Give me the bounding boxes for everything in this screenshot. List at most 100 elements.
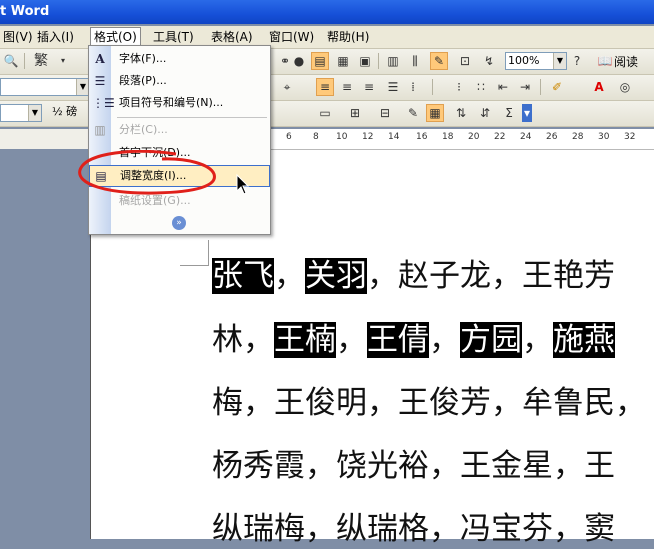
ruler-tick: 30 <box>598 132 610 142</box>
text-run: ， <box>522 322 553 358</box>
chevron-down-icon[interactable]: ▼ <box>553 53 566 69</box>
expand-menu-icon[interactable]: » <box>172 216 186 230</box>
toolbar-options-icon[interactable]: ▾ <box>522 104 532 122</box>
line-weight-combo[interactable]: ½ 磅 <box>50 104 88 120</box>
document-line[interactable]: 梅，王俊明，王俊芳，牟鲁民， <box>212 383 646 423</box>
text-run: 梅，王俊明，王俊芳，牟鲁民， <box>212 385 646 421</box>
document-margin-area <box>0 150 90 539</box>
format-painter-icon[interactable]: ↯ <box>480 52 498 70</box>
show-hide-icon[interactable]: ⊡ <box>456 52 474 70</box>
selected-text: 王倩 <box>367 322 429 358</box>
web-icon[interactable]: ● <box>290 52 308 70</box>
toolbar-separator <box>24 53 25 69</box>
menu-item-bullets-numbering[interactable]: ⋮☰ 项目符号和编号(N)... <box>89 92 270 114</box>
text-run: 纵瑞梅，纵瑞格，冯宝芬，窦 <box>212 511 615 547</box>
menu-insert[interactable]: 插入(I) <box>34 28 77 46</box>
ruler-tick: 16 <box>416 132 428 142</box>
columns-icon: ▥ <box>94 123 106 137</box>
insert-excel-icon[interactable]: ▣ <box>356 52 374 70</box>
sort-ascending-icon[interactable]: ⇅ <box>452 104 470 122</box>
selected-text: 关羽 <box>305 258 367 294</box>
menu-item-paragraph[interactable]: ☰ 段落(P)... <box>89 70 270 92</box>
chevron-down-icon[interactable]: ▼ <box>28 105 41 121</box>
toolbar-separator <box>432 79 433 95</box>
align-left-icon[interactable]: ≡ <box>316 78 334 96</box>
menu-separator <box>117 117 267 118</box>
split-cells-icon[interactable]: ⊞ <box>346 104 364 122</box>
document-line[interactable]: 张飞，关羽，赵子龙，王艳芳 <box>212 256 615 296</box>
document-line[interactable]: 杨秀霞，饶光裕，王金星，王 <box>212 446 615 486</box>
format-menu-dropdown: A 字体(F)... ☰ 段落(P)... ⋮☰ 项目符号和编号(N)... ▥… <box>88 45 271 235</box>
ruler-tick: 6 <box>286 132 292 142</box>
menu-format[interactable]: 格式(O) <box>90 27 141 46</box>
crop-mark <box>180 265 208 266</box>
document-map-icon[interactable]: ✎ <box>430 52 448 70</box>
text-run: 林， <box>212 322 274 358</box>
ruler-tick: 20 <box>468 132 480 142</box>
font-a-icon: A <box>95 52 105 66</box>
crop-mark <box>208 240 209 266</box>
menu-item-label: 段落(P)... <box>119 74 167 87</box>
decrease-indent-icon[interactable]: ⇤ <box>494 78 512 96</box>
text-run: 杨秀霞，饶光裕，王金星，王 <box>212 448 615 484</box>
selected-text: 张飞 <box>212 258 274 294</box>
ruler-tick: 24 <box>520 132 532 142</box>
align-cells-icon[interactable]: ⊟ <box>376 104 394 122</box>
autosum-icon[interactable]: Σ <box>500 104 518 122</box>
highlight-icon[interactable]: ✐ <box>548 78 566 96</box>
paragraph-icon: ☰ <box>94 74 106 88</box>
menu-view[interactable]: 图(V) <box>0 28 36 46</box>
selected-text: 王楠 <box>274 322 336 358</box>
ruler-tick: 28 <box>572 132 584 142</box>
help-icon[interactable]: ? <box>568 52 586 70</box>
menu-tools[interactable]: 工具(T) <box>150 28 197 46</box>
bullets-icon[interactable]: ∷ <box>472 78 490 96</box>
selected-text: 施燕 <box>553 322 615 358</box>
horizontal-ruler[interactable]: 6 8 10 12 14 16 18 20 22 24 26 28 30 32 <box>270 129 654 150</box>
dropdown-arrow-icon[interactable]: ▾ <box>54 52 72 70</box>
document-line[interactable]: 林，王楠，王倩，方园，施燕 <box>212 320 615 360</box>
ruler-tick: 12 <box>362 132 374 142</box>
font-color-icon[interactable]: A <box>590 78 608 96</box>
distributed-icon[interactable]: ⁞ <box>404 78 422 96</box>
menu-item-columns[interactable]: ▥ 分栏(C)... <box>89 119 270 141</box>
menu-table[interactable]: 表格(A) <box>208 28 256 46</box>
traditional-convert-button[interactable]: 繁 <box>30 52 52 70</box>
text-run: ， <box>274 258 305 294</box>
numbering-icon[interactable]: ⁝ <box>450 78 468 96</box>
read-mode-icon[interactable]: 📖 <box>596 52 614 70</box>
menu-window[interactable]: 窗口(W) <box>266 28 317 46</box>
print-preview-icon[interactable]: 🔍 <box>2 52 20 70</box>
menu-help[interactable]: 帮助(H) <box>324 28 372 46</box>
char-shading-icon[interactable]: ⌖ <box>278 78 296 96</box>
line-weight-value: ½ 磅 <box>52 105 78 118</box>
ruler-tick: 14 <box>388 132 400 142</box>
read-mode-label[interactable]: 阅读 <box>614 53 638 70</box>
zoom-combo[interactable]: 100% ▼ <box>505 52 567 70</box>
sort-descending-icon[interactable]: ⇵ <box>476 104 494 122</box>
align-center-icon[interactable]: ≡ <box>338 78 356 96</box>
line-style-combo[interactable]: ▼ <box>0 104 42 122</box>
menu-item-label: 项目符号和编号(N)... <box>119 96 224 109</box>
merge-cells-icon[interactable]: ▭ <box>316 104 334 122</box>
columns-icon[interactable]: ▥ <box>384 52 402 70</box>
ruler-tick: 32 <box>624 132 636 142</box>
align-right-icon[interactable]: ≡ <box>360 78 378 96</box>
insert-table-icon[interactable]: ▦ <box>334 52 352 70</box>
ruler-tick: 10 <box>336 132 348 142</box>
increase-indent-icon[interactable]: ⇥ <box>516 78 534 96</box>
autoformat-icon[interactable]: ✎ <box>404 104 422 122</box>
text-run: ，赵子龙，王艳芳 <box>367 258 615 294</box>
chinese-layout-icon[interactable]: ◎ <box>616 78 634 96</box>
toolbar-separator <box>540 79 541 95</box>
selected-text: 方园 <box>460 322 522 358</box>
document-line[interactable]: 纵瑞梅，纵瑞格，冯宝芬，窦 <box>212 509 615 549</box>
menu-item-font[interactable]: A 字体(F)... <box>89 48 270 70</box>
ruler-tick: 22 <box>494 132 506 142</box>
drawing-icon[interactable]: ⫼ <box>406 52 424 70</box>
tables-borders-icon[interactable]: ▤ <box>311 52 329 70</box>
justify-icon[interactable]: ☰ <box>384 78 402 96</box>
title-bar: t Word <box>0 0 654 24</box>
style-combo[interactable]: ▼ <box>0 78 90 96</box>
table-grid-icon[interactable]: ▦ <box>426 104 444 122</box>
